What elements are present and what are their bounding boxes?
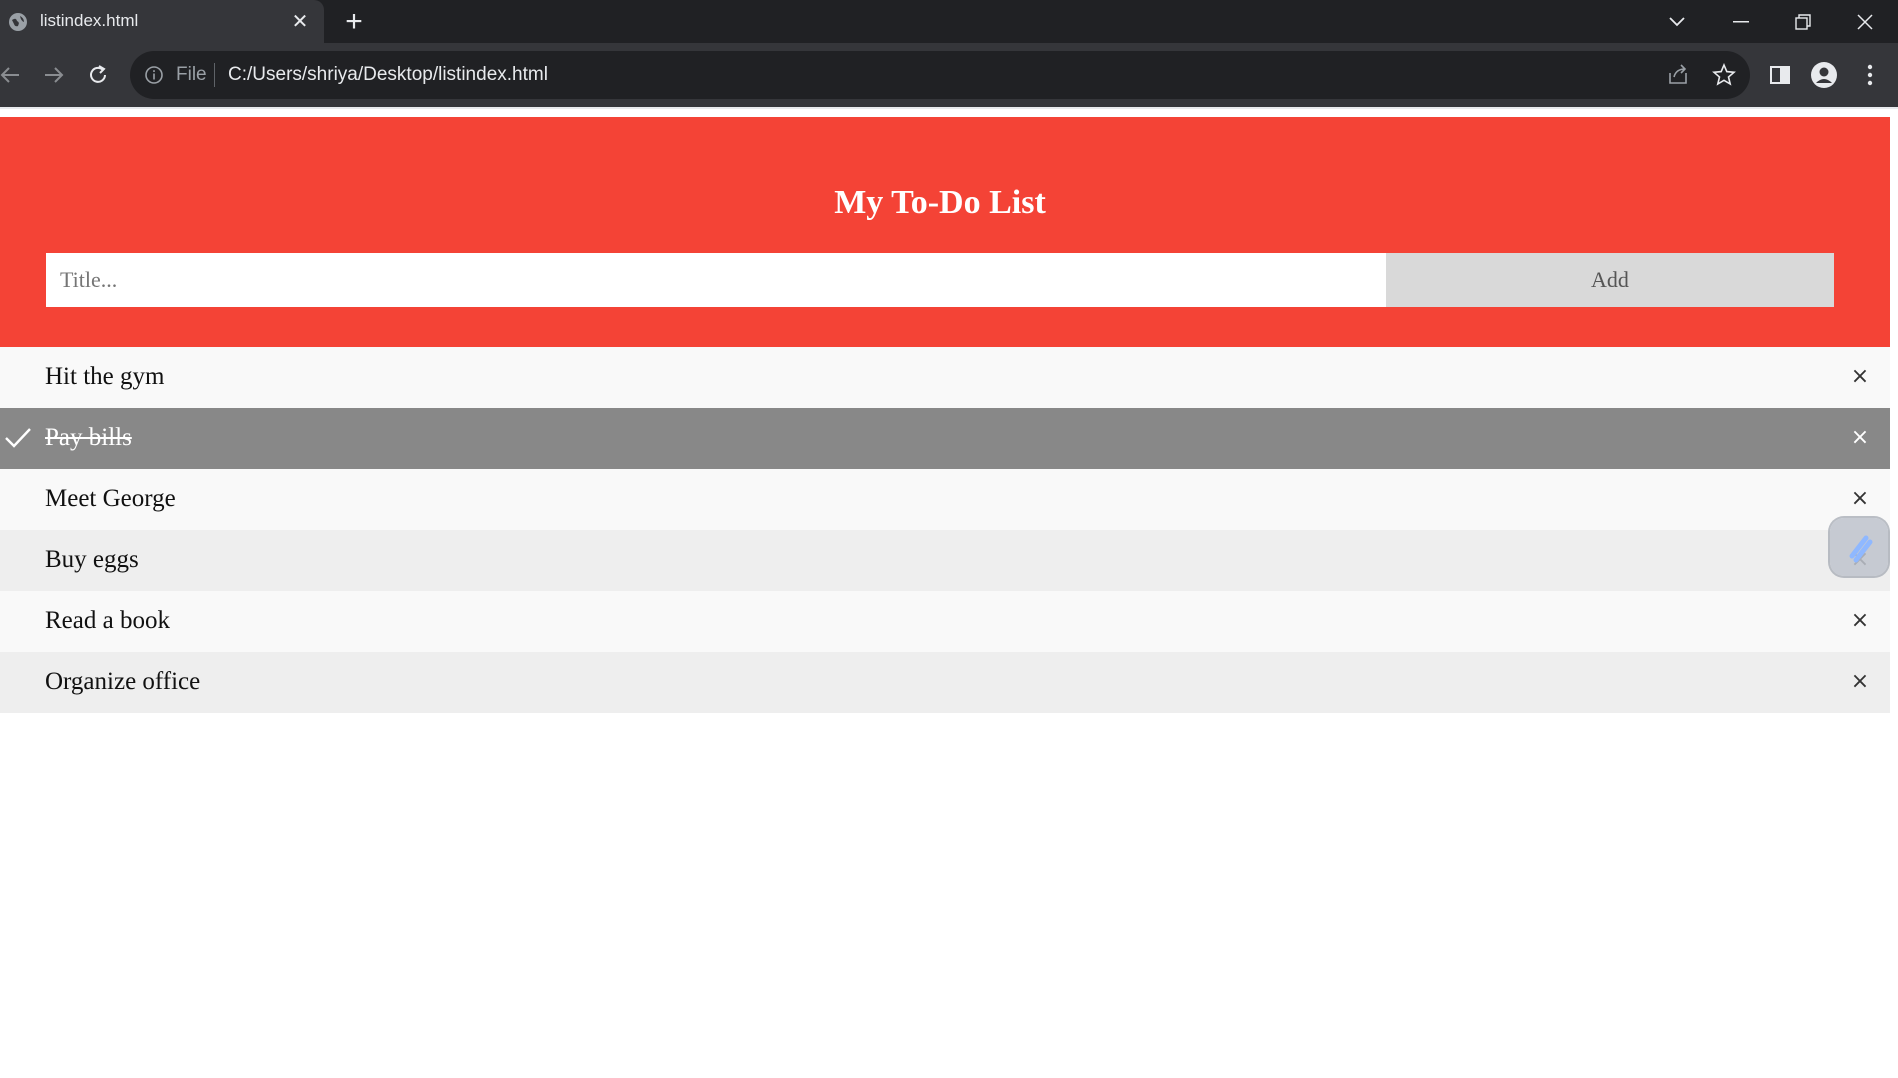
checkmark-icon — [5, 428, 31, 448]
todo-item[interactable]: Meet George × — [0, 469, 1890, 530]
todo-item[interactable]: Organize office × — [0, 652, 1890, 713]
reload-button[interactable] — [80, 57, 116, 93]
minimize-icon — [1733, 20, 1749, 22]
delete-item-icon[interactable]: × — [1848, 424, 1872, 452]
browser-tab-strip: listindex.html ✕ + — [0, 0, 1898, 43]
todo-list: Hit the gym × Pay bills × Meet George × Buy eg… — [0, 347, 1890, 713]
delete-item-icon[interactable]: × — [1848, 668, 1872, 696]
new-tab-button[interactable]: + — [340, 7, 368, 37]
kebab-menu-icon — [1867, 64, 1873, 86]
forward-button[interactable] — [36, 57, 72, 93]
todo-item[interactable]: Read a book × — [0, 591, 1890, 652]
menu-button[interactable] — [1856, 61, 1884, 89]
todo-item[interactable]: Pay bills × — [0, 408, 1890, 469]
scheme-label: File — [176, 64, 207, 85]
todo-item-text: Organize office — [45, 668, 201, 695]
chevron-down-icon — [1669, 16, 1685, 26]
restore-button[interactable] — [1772, 0, 1834, 43]
share-icon[interactable] — [1666, 63, 1690, 87]
browser-tab[interactable]: listindex.html ✕ — [0, 0, 324, 43]
back-button[interactable] — [0, 57, 28, 93]
todo-item[interactable]: Hit the gym × — [0, 347, 1890, 408]
back-arrow-icon — [0, 67, 19, 83]
tab-close-button[interactable]: ✕ — [288, 10, 312, 34]
add-button[interactable]: Add — [1386, 253, 1834, 307]
todo-title-input[interactable] — [46, 253, 1386, 307]
minimize-button[interactable] — [1710, 0, 1772, 43]
bookmark-star-icon[interactable] — [1712, 63, 1736, 87]
todo-item-text: Hit the gym — [45, 363, 165, 390]
page-title: My To-Do List — [834, 184, 1046, 221]
bolt-icon — [1849, 535, 1873, 563]
window-close-button[interactable] — [1834, 0, 1896, 43]
todo-item-text: Read a book — [45, 607, 170, 634]
globe-icon — [9, 13, 27, 31]
delete-item-icon[interactable]: × — [1848, 363, 1872, 391]
reload-icon — [90, 65, 106, 83]
info-icon[interactable] — [144, 65, 164, 85]
address-separator — [214, 63, 215, 87]
restore-icon — [1795, 13, 1811, 30]
floating-extension-widget[interactable] — [1830, 518, 1888, 576]
tab-search-button[interactable] — [1646, 0, 1708, 43]
toolbar-divider — [0, 107, 1898, 109]
todo-item-text: Buy eggs — [45, 546, 139, 573]
todo-item-text: Meet George — [45, 485, 176, 512]
todo-item-text: Pay bills — [45, 424, 132, 451]
avatar-icon — [1811, 62, 1837, 88]
side-panel-button[interactable] — [1766, 61, 1794, 89]
delete-item-icon[interactable]: × — [1848, 485, 1872, 513]
profile-button[interactable] — [1810, 61, 1838, 89]
address-bar[interactable]: File C:/Users/shriya/Desktop/listindex.h… — [130, 51, 1750, 99]
close-icon — [1857, 13, 1873, 30]
side-panel-icon — [1770, 66, 1790, 84]
browser-toolbar: File C:/Users/shriya/Desktop/listindex.h… — [0, 43, 1898, 107]
tab-title: listindex.html — [40, 11, 139, 30]
forward-arrow-icon — [45, 67, 64, 83]
todo-header: My To-Do List Add — [0, 117, 1890, 347]
url-text[interactable]: C:/Users/shriya/Desktop/listindex.html — [228, 64, 548, 86]
todo-item[interactable]: Buy eggs× — [0, 530, 1890, 591]
delete-item-icon[interactable]: × — [1848, 607, 1872, 635]
